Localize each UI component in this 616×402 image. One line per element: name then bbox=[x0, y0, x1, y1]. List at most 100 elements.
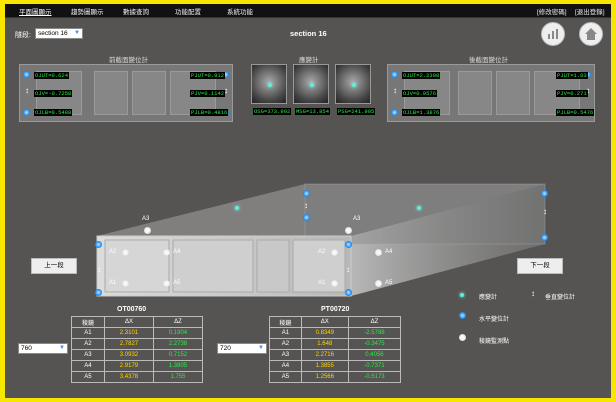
cell-dx: 2.7827 bbox=[103, 338, 154, 350]
cell-point: A2 bbox=[71, 338, 105, 350]
legend-vertical-gauge: 垂直變位計 bbox=[545, 295, 576, 301]
cell-dz: 0.4056 bbox=[347, 349, 402, 361]
right-table-title: PT00720 bbox=[321, 306, 350, 313]
rear-point-a2: A2 bbox=[318, 249, 326, 255]
prism-point-icon bbox=[459, 334, 466, 341]
cell-point: A5 bbox=[71, 371, 105, 383]
prism-point[interactable] bbox=[331, 280, 338, 287]
cell-dx: 1.3855 bbox=[300, 360, 349, 372]
prism-point[interactable] bbox=[122, 280, 129, 287]
table-row: A5 1.2566 -0.5173 bbox=[269, 371, 402, 383]
column-header: ΔX bbox=[103, 316, 154, 328]
cell-dz: 2.2738 bbox=[152, 338, 204, 350]
prism-point[interactable] bbox=[163, 249, 170, 256]
strain-gauge-icon bbox=[460, 293, 464, 297]
rear-point-a4: A4 bbox=[385, 249, 393, 255]
prism-point[interactable] bbox=[331, 249, 338, 256]
displacement-sensor-icon bbox=[95, 241, 102, 248]
prism-point[interactable] bbox=[345, 227, 352, 234]
rear-point-a5: A5 bbox=[385, 280, 393, 286]
left-data-table: 稜鏡 ΔX ΔZ A1 2.3101 0.1904 A2 2.7827 2.2738 A… bbox=[71, 316, 204, 383]
front-point-a3: A3 bbox=[142, 216, 150, 222]
cell-dz: 0.1904 bbox=[152, 327, 204, 339]
left-select-value: 760 bbox=[21, 345, 32, 352]
chevron-down-icon: ▼ bbox=[258, 345, 264, 351]
front-point-a5: A5 bbox=[173, 280, 181, 286]
column-header: ΔZ bbox=[347, 316, 402, 328]
cell-point: A5 bbox=[269, 371, 302, 383]
prev-section-button[interactable]: 上一段 bbox=[31, 258, 77, 274]
cell-point: A4 bbox=[71, 360, 105, 372]
front-point-a4: A4 bbox=[173, 249, 181, 255]
cell-dz: -0.7371 bbox=[347, 360, 402, 372]
table-row: A1 0.8349 -2.5788 bbox=[269, 327, 402, 339]
right-data-table: 稜鏡 ΔX ΔZ A1 0.8349 -2.5788 A2 1.648 -0.3475 … bbox=[269, 316, 402, 383]
prism-point[interactable] bbox=[375, 249, 382, 256]
legend-horizontal-gauge: 水平變位計 bbox=[479, 317, 510, 323]
cell-point: A1 bbox=[71, 327, 105, 339]
prism-point[interactable] bbox=[122, 249, 129, 256]
next-section-button[interactable]: 下一段 bbox=[517, 258, 563, 274]
rear-point-a1: A1 bbox=[318, 280, 326, 286]
cell-point: A4 bbox=[269, 360, 302, 372]
cell-dx: 3.4378 bbox=[103, 371, 154, 383]
table-row: A1 2.3101 0.1904 bbox=[71, 327, 204, 339]
cell-dx: 2.9179 bbox=[103, 360, 154, 372]
vertical-arrow-icon: ↕ bbox=[346, 265, 350, 274]
app-frame: 平面圖顯示 趨勢圖顯示 數據查詢 功能配置 系統功能 [修改密碼] [退出登錄]… bbox=[5, 4, 611, 398]
chevron-down-icon: ▼ bbox=[59, 345, 65, 351]
table-header-row: 稜鏡 ΔX ΔZ bbox=[71, 316, 204, 328]
right-select-value: 720 bbox=[220, 345, 231, 352]
cell-dz: 0.7152 bbox=[152, 349, 204, 361]
cell-dx: 3.0932 bbox=[103, 349, 154, 361]
vertical-arrow-icon: ↕ bbox=[543, 207, 547, 216]
table-row: A5 3.4378 1.755 bbox=[71, 371, 204, 383]
left-table-title: OT00760 bbox=[117, 306, 147, 313]
column-header: ΔX bbox=[300, 316, 349, 328]
right-point-select[interactable]: 720 ▼ bbox=[217, 343, 267, 354]
table-row: A3 2.2716 0.4056 bbox=[269, 349, 402, 361]
front-point-a1: A1 bbox=[109, 280, 117, 286]
cell-point: A2 bbox=[269, 338, 302, 350]
displacement-sensor-icon bbox=[95, 289, 102, 296]
column-header: 稜鏡 bbox=[269, 316, 302, 328]
column-header: 稜鏡 bbox=[71, 316, 105, 328]
cell-point: A3 bbox=[71, 349, 105, 361]
vertical-arrow-icon: ↕ bbox=[531, 289, 535, 298]
strain-gauge-icon bbox=[417, 206, 421, 210]
cell-dz: -2.5788 bbox=[347, 327, 402, 339]
legend-strain-gauge: 應變計 bbox=[479, 295, 498, 301]
table-row: A4 1.3855 -0.7371 bbox=[269, 360, 402, 372]
prism-point[interactable] bbox=[144, 227, 151, 234]
cell-dz: -0.5173 bbox=[347, 371, 402, 383]
left-point-select[interactable]: 760 ▼ bbox=[18, 343, 68, 354]
prism-point[interactable] bbox=[163, 280, 170, 287]
displacement-sensor-icon bbox=[345, 241, 352, 248]
cell-dx: 1.648 bbox=[300, 338, 349, 350]
front-point-a2: A2 bbox=[109, 249, 117, 255]
table-row: A4 2.9179 1.3805 bbox=[71, 360, 204, 372]
table-header-row: 稜鏡 ΔX ΔZ bbox=[269, 316, 402, 328]
table-row: A2 1.648 -0.3475 bbox=[269, 338, 402, 350]
table-row: A3 3.0932 0.7152 bbox=[71, 349, 204, 361]
cell-dz: -0.3475 bbox=[347, 338, 402, 350]
cell-dz: 1.755 bbox=[152, 371, 204, 383]
prism-point[interactable] bbox=[375, 280, 382, 287]
displacement-sensor-icon bbox=[459, 312, 466, 319]
column-header: ΔZ bbox=[152, 316, 204, 328]
cell-dx: 2.3101 bbox=[103, 327, 154, 339]
displacement-sensor-icon bbox=[303, 214, 310, 221]
cell-dx: 0.8349 bbox=[300, 327, 349, 339]
cell-point: A1 bbox=[269, 327, 302, 339]
strain-gauge-icon bbox=[235, 206, 239, 210]
cell-dx: 1.2566 bbox=[300, 371, 349, 383]
cell-point: A3 bbox=[269, 349, 302, 361]
vertical-arrow-icon: ↕ bbox=[304, 201, 308, 210]
table-row: A2 2.7827 2.2738 bbox=[71, 338, 204, 350]
displacement-sensor-icon bbox=[541, 234, 548, 241]
cell-dx: 2.2716 bbox=[300, 349, 349, 361]
displacement-sensor-icon bbox=[541, 190, 548, 197]
cell-dz: 1.3805 bbox=[152, 360, 204, 372]
vertical-arrow-icon: ↕ bbox=[97, 265, 101, 274]
legend-prism-point: 稜鏡監測點 bbox=[479, 339, 510, 345]
